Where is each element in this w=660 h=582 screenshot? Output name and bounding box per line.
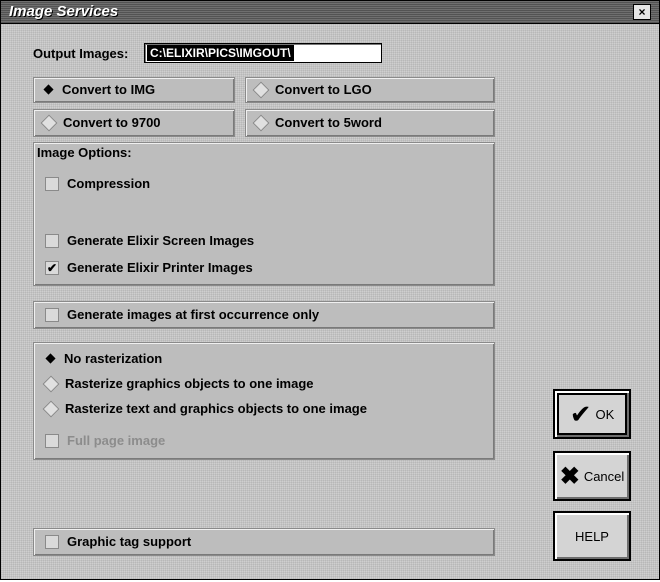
convert-9700-option[interactable]: Convert to 9700 [40,114,161,131]
output-path-value: C:\ELIXIR\PICS\IMGOUT\ [147,45,294,61]
window-title: Image Services [9,3,119,20]
rasterize-text-graphics-label: Rasterize text and graphics objects to o… [65,401,367,416]
checkmark-icon: ✔ [45,260,59,275]
full-page-image-label: Full page image [67,433,166,448]
convert-sword-option[interactable]: Convert to 5word [252,114,382,131]
graphic-tag-checkbox[interactable]: Graphic tag support [45,534,191,549]
printer-images-checkbox[interactable]: ✔ Generate Elixir Printer Images [45,260,253,275]
close-button[interactable]: × [633,4,651,20]
cancel-label: Cancel [583,468,625,484]
checkbox-icon [45,233,59,248]
screen-images-label: Generate Elixir Screen Images [67,233,255,248]
first-occurrence-label: Generate images at first occurrence only [67,307,320,322]
rasterize-graphics-label: Rasterize graphics objects to one image [65,376,314,391]
title-bar[interactable]: Image Services × [1,1,659,24]
checkbox-icon [45,534,59,549]
compression-label: Compression [67,176,151,191]
screen-images-checkbox[interactable]: Generate Elixir Screen Images [45,233,254,248]
convert-lgo-option[interactable]: Convert to LGO [252,81,372,98]
radio-icon [40,114,58,131]
cancel-x-icon: ✖ [559,462,580,490]
image-options-heading: Image Options: [37,145,132,160]
graphic-tag-label: Graphic tag support [67,534,192,549]
radio-icon [252,81,270,98]
full-page-image-checkbox: Full page image [45,433,165,448]
convert-sword-label: Convert to 5word [275,115,382,130]
printer-images-label: Generate Elixir Printer Images [67,260,253,275]
no-rasterization-label: No rasterization [64,351,163,366]
cancel-button[interactable]: ✖ Cancel [553,451,631,501]
image-services-dialog: Image Services × Output Images: C:\ELIXI… [0,0,660,580]
rasterize-graphics-option[interactable]: Rasterize graphics objects to one image [42,375,314,392]
checkbox-icon [45,176,59,191]
output-images-label: Output Images: [33,46,129,61]
radio-selected-icon [45,353,56,364]
radio-icon [42,400,60,417]
ok-label: OK [595,406,615,422]
checkbox-icon [45,307,59,322]
help-label: HELP [575,528,609,544]
radio-icon [42,375,60,392]
convert-lgo-label: Convert to LGO [275,82,372,97]
checkmark-icon: ✔ [569,398,592,429]
no-rasterization-option[interactable]: No rasterization [45,351,162,366]
help-button[interactable]: HELP [553,511,631,561]
convert-9700-label: Convert to 9700 [63,115,161,130]
ok-button[interactable]: ✔ OK [553,389,631,439]
convert-img-option[interactable]: Convert to IMG [43,82,155,97]
rasterize-text-graphics-option[interactable]: Rasterize text and graphics objects to o… [42,400,367,417]
output-path-field[interactable]: C:\ELIXIR\PICS\IMGOUT\ [144,43,382,63]
compression-checkbox[interactable]: Compression [45,176,150,191]
radio-selected-icon [43,84,54,95]
checkbox-icon [45,433,59,448]
first-occurrence-checkbox[interactable]: Generate images at first occurrence only [45,307,319,322]
radio-icon [252,114,270,131]
convert-img-label: Convert to IMG [62,82,156,97]
